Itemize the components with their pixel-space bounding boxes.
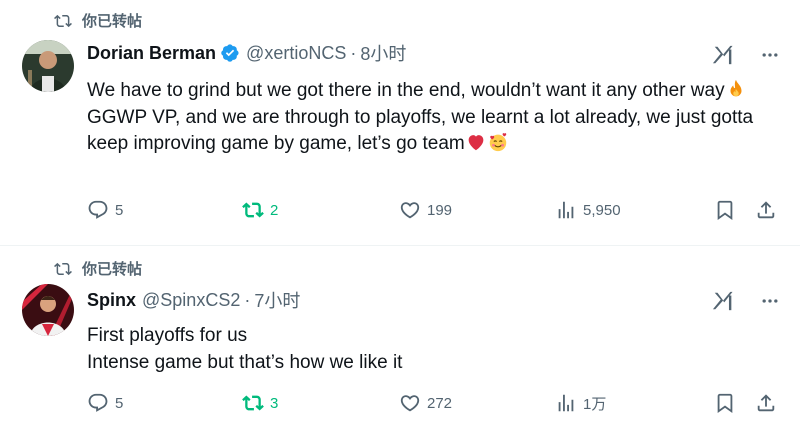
tweet-text: We have to grind but we got there in the…: [87, 78, 777, 158]
avatar[interactable]: [22, 284, 74, 336]
display-name[interactable]: Spinx: [87, 290, 136, 311]
tweet-text-line: First playoffs for us: [87, 325, 248, 346]
avatar[interactable]: [22, 40, 74, 92]
fire-emoji-icon: [730, 79, 742, 97]
tweet-text: First playoffs for us Intense game but t…: [87, 323, 777, 376]
separator: ·: [350, 42, 357, 63]
timestamp[interactable]: 8小时: [360, 40, 406, 66]
reply-button[interactable]: 5: [87, 392, 123, 414]
views-button[interactable]: 1万: [555, 392, 606, 414]
heart-icon: [400, 395, 420, 412]
views-count: 1万: [583, 395, 607, 413]
bookmark-button[interactable]: [714, 392, 736, 414]
like-button[interactable]: 272: [399, 392, 452, 414]
bookmark-icon: [717, 393, 733, 414]
retweet-count: 3: [270, 394, 279, 412]
reply-icon: [88, 393, 108, 412]
retweet-label: 你已转帖: [82, 13, 143, 30]
reply-count: 5: [115, 201, 124, 219]
reply-icon: [88, 200, 108, 219]
handle[interactable]: @xertioNCS: [246, 43, 346, 64]
views-count: 5,950: [583, 201, 621, 219]
share-button[interactable]: [755, 392, 777, 414]
retweet-indicator: 你已转帖: [54, 258, 142, 279]
smiling-face-with-hearts-emoji-icon: [489, 133, 506, 152]
red-heart-emoji-icon: [468, 135, 484, 151]
share-icon: [757, 201, 775, 219]
tweet-card[interactable]: 你已转帖 Spinx @SpinxCS2 · 7小时 First playoff…: [0, 246, 800, 430]
share-icon: [757, 394, 775, 412]
retweet-icon: [242, 395, 264, 411]
tweet-text-line: We have to grind but we got there in the…: [87, 80, 725, 101]
tweet-actions: 5 3 272 1万: [87, 392, 787, 422]
retweet-icon: [54, 14, 72, 27]
grok-icon[interactable]: [712, 290, 734, 312]
views-chart-icon: [558, 394, 574, 412]
tweet-actions: 5 2 199 5,950: [87, 199, 787, 229]
like-count: 199: [427, 201, 453, 219]
views-button[interactable]: 5,950: [555, 199, 621, 221]
heart-icon: [400, 202, 420, 219]
reply-button[interactable]: 5: [87, 199, 123, 221]
retweet-count: 2: [270, 201, 279, 219]
retweet-label: 你已转帖: [82, 261, 143, 278]
like-button[interactable]: 199: [399, 199, 452, 221]
bookmark-button[interactable]: [714, 199, 736, 221]
retweet-icon: [242, 202, 264, 218]
grok-icon[interactable]: [712, 44, 734, 66]
retweet-button[interactable]: 3: [242, 392, 278, 414]
tweet-text-line: Intense game but that’s how we like it: [87, 351, 403, 373]
more-options-icon[interactable]: [760, 291, 780, 311]
more-options-icon[interactable]: [760, 45, 780, 65]
retweet-indicator: 你已转帖: [54, 10, 142, 31]
separator: ·: [244, 289, 251, 310]
retweet-button[interactable]: 2: [242, 199, 278, 221]
views-chart-icon: [558, 201, 574, 219]
display-name[interactable]: Dorian Berman: [87, 43, 216, 64]
tweet-text-line: GGWP VP, and we are through to playoffs,…: [87, 106, 754, 155]
handle[interactable]: @SpinxCS2: [142, 290, 240, 311]
bookmark-icon: [717, 200, 733, 221]
reply-count: 5: [115, 394, 124, 412]
like-count: 272: [427, 394, 453, 412]
verified-badge-icon: [221, 44, 239, 62]
share-button[interactable]: [755, 199, 777, 221]
timestamp[interactable]: 7小时: [254, 287, 300, 313]
retweet-icon: [54, 262, 72, 275]
tweet-card[interactable]: 你已转帖 Dorian Berman @xertioNCS · 8小时 We h…: [0, 0, 800, 245]
